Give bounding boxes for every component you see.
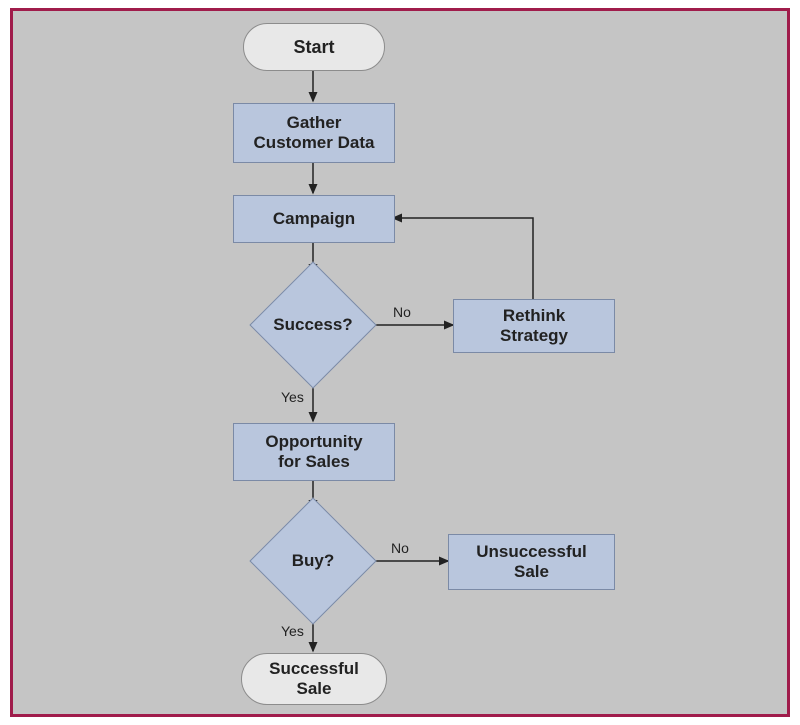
node-unsuccessful-sale: Unsuccessful Sale [448,534,615,590]
flowchart-canvas: Start Gather Customer Data Campaign Succ… [10,8,790,717]
node-opportunity-for-sales: Opportunity for Sales [233,423,395,481]
node-successful-label: Successful Sale [269,659,359,698]
decision-success: Success? [268,280,358,370]
edge-label-buy-no: No [391,540,409,556]
node-rethink-strategy: Rethink Strategy [453,299,615,353]
edge-label-success-no: No [393,304,411,320]
connectors [13,11,787,714]
node-start: Start [243,23,385,71]
node-campaign: Campaign [233,195,395,243]
edge-label-success-yes: Yes [281,389,304,405]
decision-buy-label: Buy? [292,551,335,571]
edge-label-buy-yes: Yes [281,623,304,639]
node-gather-label: Gather Customer Data [254,113,375,152]
node-gather-customer-data: Gather Customer Data [233,103,395,163]
node-start-label: Start [293,37,334,58]
node-successful-sale: Successful Sale [241,653,387,705]
decision-success-label: Success? [273,315,352,335]
node-opportunity-label: Opportunity for Sales [265,432,362,471]
decision-buy: Buy? [268,516,358,606]
node-rethink-label: Rethink Strategy [500,306,568,345]
node-unsuccessful-label: Unsuccessful Sale [476,542,587,581]
node-campaign-label: Campaign [273,209,355,229]
